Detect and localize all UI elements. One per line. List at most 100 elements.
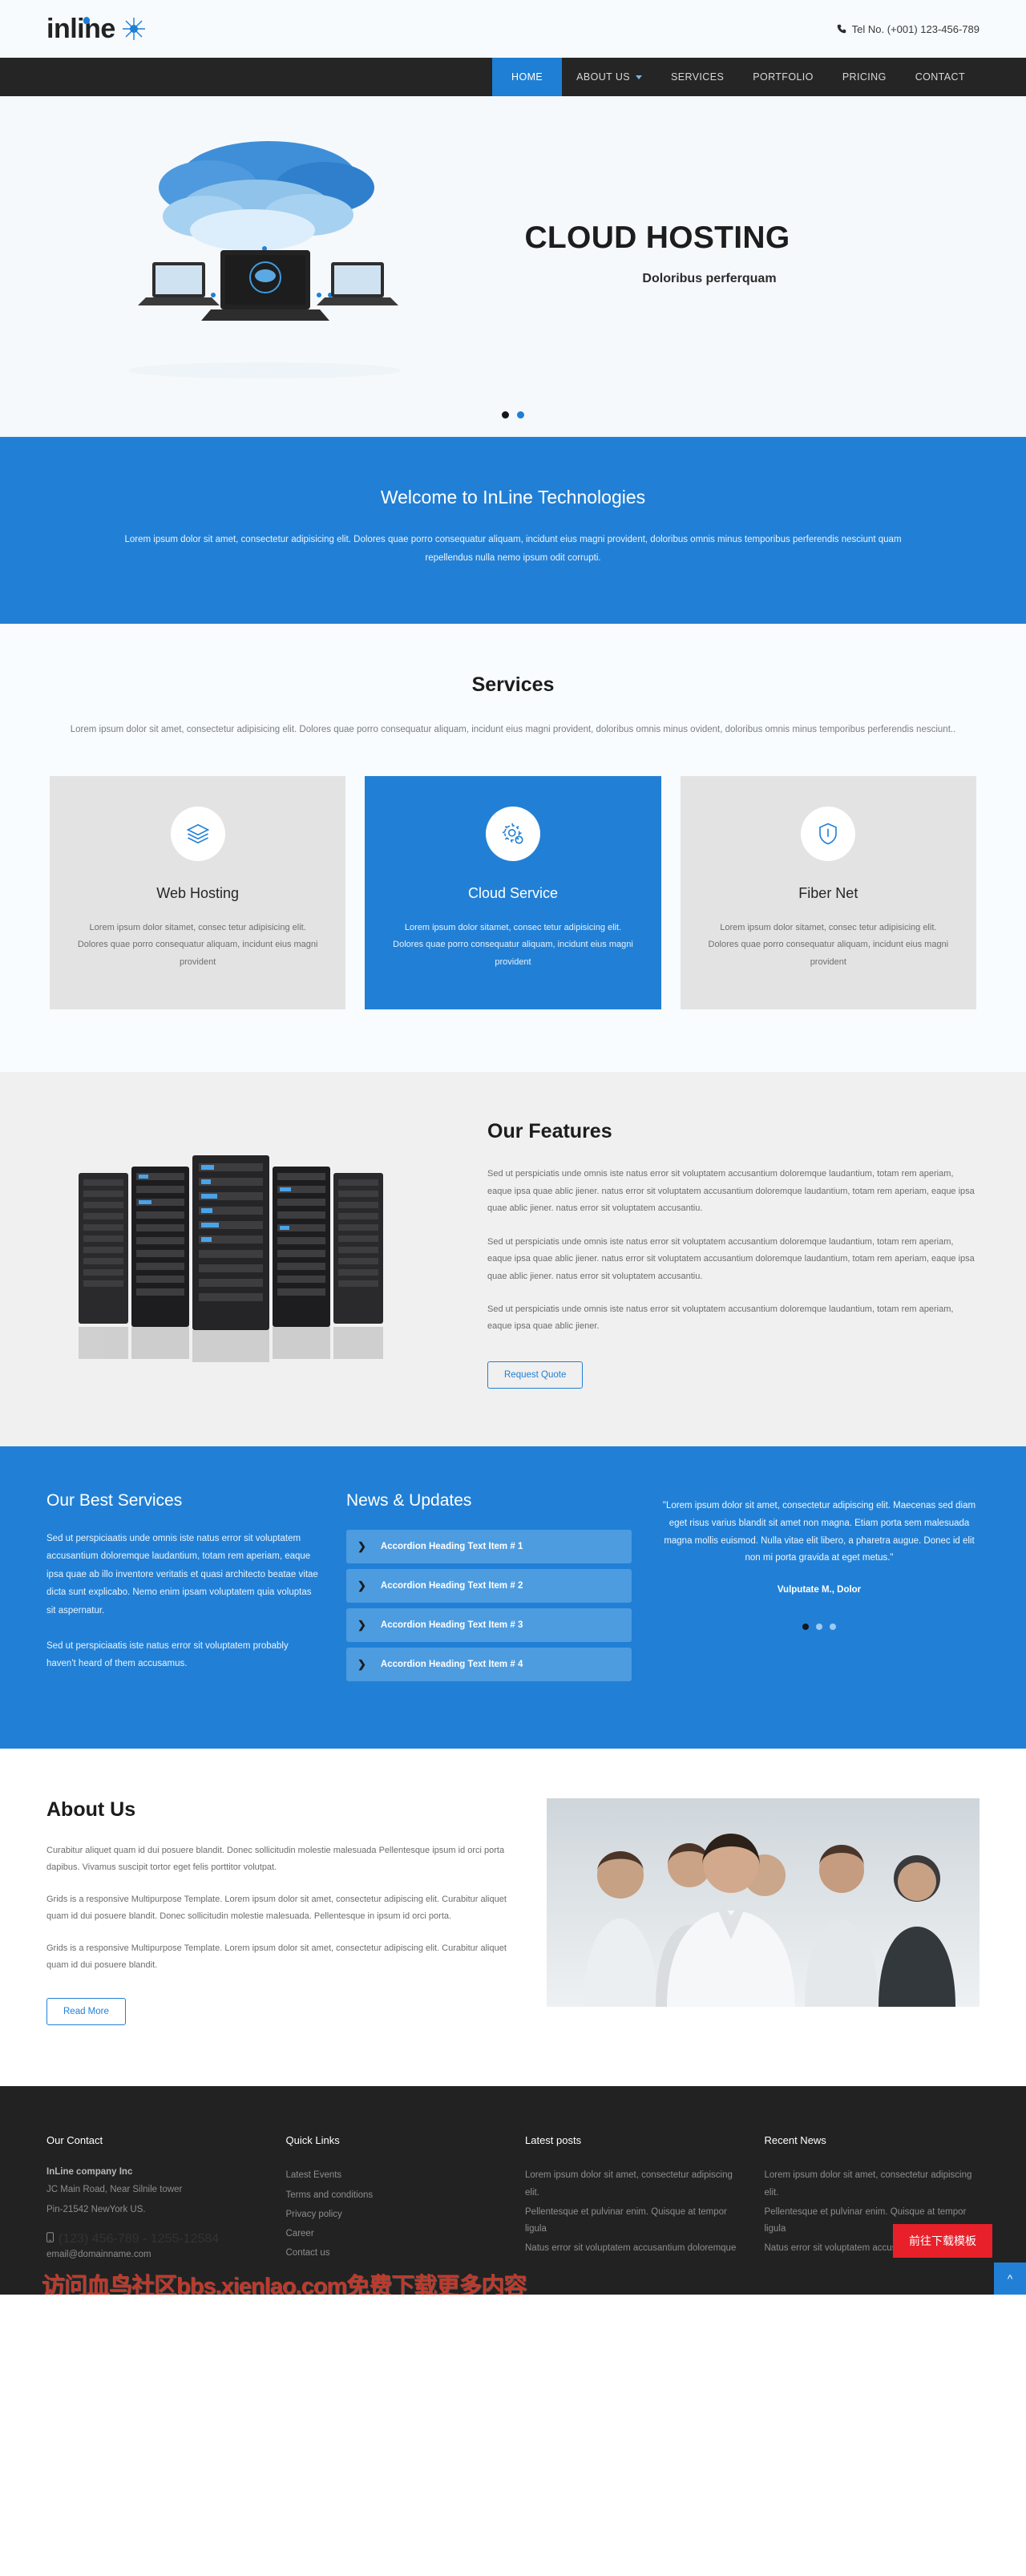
features-paragraph-3: Sed ut perspiciatis unde omnis iste natu… xyxy=(487,1304,954,1332)
nav-item-services[interactable]: SERVICES xyxy=(656,58,738,96)
site-footer: Our Contact InLine company Inc JC Main R… xyxy=(0,2086,1026,2295)
nav-item-home[interactable]: HOME xyxy=(492,58,563,96)
service-card-web-hosting[interactable]: Web Hosting Lorem ipsum dolor sitamet, c… xyxy=(50,776,346,1010)
best-services-paragraph-2: Sed ut perspiciaatis iste natus error si… xyxy=(46,1640,289,1669)
main-navigation: HOME ABOUT US SERVICES PORTFOLIO PRICING… xyxy=(0,58,1026,96)
features-body: Our Features Sed ut perspiciatis unde om… xyxy=(487,1117,980,1389)
service-card-title: Cloud Service xyxy=(467,885,559,901)
about-title: About Us xyxy=(46,1798,136,1821)
scroll-to-top-button[interactable]: ^ xyxy=(994,2263,1026,2295)
nav-label: SERVICES xyxy=(671,71,725,83)
download-template-button[interactable]: 前往下载模板 xyxy=(893,2224,992,2259)
chevron-up-icon: ^ xyxy=(1007,2272,1013,2286)
nav-item-portfolio[interactable]: PORTFOLIO xyxy=(738,58,828,96)
footer-link-contact-us[interactable]: Contact us xyxy=(286,2245,502,2262)
site-watermark: 访问血鸟社区bbs.xienlao.com免费下载更多内容 xyxy=(42,2274,527,2295)
welcome-heading: Welcome to InLine Technologies xyxy=(380,487,646,508)
accordion-item-2[interactable]: ❯ Accordion Heading Text Item # 2 xyxy=(346,1568,632,1603)
testimonial-dot-1[interactable] xyxy=(802,1624,809,1631)
nav-item-contact[interactable]: CONTACT xyxy=(901,58,980,96)
star-burst-icon xyxy=(122,17,146,41)
services-title: Services xyxy=(471,673,555,696)
testimonial-pagination xyxy=(659,1624,980,1631)
mobile-icon xyxy=(46,2232,54,2246)
logo-text: inline xyxy=(46,13,115,44)
about-paragraph-3: Grids is a responsive Multipurpose Templ… xyxy=(46,1943,507,1970)
services-lead: Lorem ipsum dolor sit amet, consectetur … xyxy=(70,725,956,734)
footer-spacer xyxy=(46,2221,262,2232)
footer-column-quick-links: Quick Links Latest Events Terms and cond… xyxy=(286,2134,502,2266)
accordion-item-label: Accordion Heading Text Item # 3 xyxy=(380,1620,523,1630)
service-card-title: Web Hosting xyxy=(156,885,240,901)
accordion-item-label: Accordion Heading Text Item # 4 xyxy=(380,1659,523,1669)
chevron-right-icon: ❯ xyxy=(357,1618,366,1631)
request-quote-button[interactable]: Request Quote xyxy=(487,1361,584,1389)
service-card-cloud-service[interactable]: Cloud Service Lorem ipsum dolor sitamet,… xyxy=(365,776,661,1010)
service-card-title: Fiber Net xyxy=(798,885,858,901)
service-card-fiber-net[interactable]: Fiber Net Lorem ipsum dolor sitamet, con… xyxy=(680,776,976,1010)
phone-number: Tel No. (+001) 123-456-789 xyxy=(851,22,980,35)
testimonial-author: Vulputate M., Dolor xyxy=(777,1585,862,1595)
nav-item-pricing[interactable]: PRICING xyxy=(828,58,901,96)
business-team-photo xyxy=(547,1798,980,2026)
footer-link-career[interactable]: Career xyxy=(286,2226,502,2242)
accordion-item-3[interactable]: ❯ Accordion Heading Text Item # 3 xyxy=(346,1607,632,1642)
footer-heading: Recent News xyxy=(764,2134,826,2147)
nav-item-about-us[interactable]: ABOUT US xyxy=(562,58,656,96)
read-more-button[interactable]: Read More xyxy=(46,1998,126,2026)
hero-slider: CLOUD HOSTING Doloribus perferquam xyxy=(0,96,1026,437)
site-logo[interactable]: inline xyxy=(46,14,146,45)
services-section: Services Lorem ipsum dolor sit amet, con… xyxy=(0,624,1026,1073)
features-paragraph-2: Sed ut perspiciatis unde omnis iste natu… xyxy=(487,1236,975,1281)
footer-link-privacy[interactable]: Privacy policy xyxy=(286,2206,502,2223)
news-updates-column: News & Updates ❯ Accordion Heading Text … xyxy=(346,1491,632,1691)
footer-heading: Quick Links xyxy=(285,2134,340,2147)
hero-title: CLOUD HOSTING xyxy=(524,220,790,255)
features-section: Our Features Sed ut perspiciatis unde om… xyxy=(0,1072,1026,1446)
testimonial-dot-2[interactable] xyxy=(816,1624,822,1631)
footer-address-line-1: JC Main Road, Near Silnile tower xyxy=(46,2185,183,2195)
hero-caption: CLOUD HOSTING Doloribus perferquam xyxy=(497,220,818,286)
best-services-paragraph-1: Sed ut perspiciaatis unde omnis iste nat… xyxy=(46,1533,318,1616)
footer-post-1: Lorem ipsum dolor sit amet, consectetur … xyxy=(525,2170,733,2198)
accordion-item-1[interactable]: ❯ Accordion Heading Text Item # 1 xyxy=(346,1529,632,1563)
footer-email-link[interactable]: email@domainname.com xyxy=(46,2246,262,2263)
best-services-column: Our Best Services Sed ut perspiciaatis u… xyxy=(46,1491,319,1691)
news-updates-title: News & Updates xyxy=(346,1490,472,1510)
footer-link-terms[interactable]: Terms and conditions xyxy=(286,2187,502,2204)
phone-info: Tel No. (+001) 123-456-789 xyxy=(837,23,980,35)
hero-dot-1[interactable] xyxy=(502,411,509,419)
service-card-list: Web Hosting Lorem ipsum dolor sitamet, c… xyxy=(0,776,1026,1010)
footer-heading: Latest posts xyxy=(525,2134,582,2147)
service-card-text: Lorem ipsum dolor sitamet, consec tetur … xyxy=(708,923,949,967)
best-services-title: Our Best Services xyxy=(46,1490,183,1510)
footer-news-1: Lorem ipsum dolor sit amet, consectetur … xyxy=(764,2170,972,2198)
chevron-right-icon: ❯ xyxy=(357,1539,366,1552)
footer-post-2: Pellentesque et pulvinar enim. Quisque a… xyxy=(525,2206,727,2234)
features-title: Our Features xyxy=(487,1120,612,1143)
about-body: About Us Curabitur aliquet quam id dui p… xyxy=(46,1798,510,2026)
phone-icon xyxy=(837,24,846,34)
welcome-body: Lorem ipsum dolor sit amet, consectetur … xyxy=(124,535,902,563)
features-paragraph-1: Sed ut perspiciatis unde omnis iste natu… xyxy=(487,1169,975,1214)
footer-post-3: Natus error sit voluptatem accusantium d… xyxy=(525,2243,737,2254)
accordion-item-4[interactable]: ❯ Accordion Heading Text Item # 4 xyxy=(346,1647,632,1681)
server-racks-photo xyxy=(46,1117,455,1389)
testimonial-dot-3[interactable] xyxy=(830,1624,836,1631)
welcome-banner: Welcome to InLine Technologies Lorem ips… xyxy=(0,437,1026,624)
footer-column-latest-posts: Latest posts Lorem ipsum dolor sit amet,… xyxy=(525,2134,741,2266)
footer-link-latest-events[interactable]: Latest Events xyxy=(286,2167,502,2184)
nav-label: ABOUT US xyxy=(576,71,630,83)
page-root: inline Tel No. (+001) 123-456-789 HOME A… xyxy=(0,0,1026,2295)
footer-phone-number: (123) 456-789 - 1255-12584 xyxy=(59,2231,220,2246)
hero-subtitle: Doloribus perferquam xyxy=(642,272,777,285)
hero-dot-2[interactable] xyxy=(517,411,524,419)
testimonial-quote: "Lorem ipsum dolor sit amet, consectetur… xyxy=(662,1500,976,1563)
nav-label: PRICING xyxy=(842,71,887,83)
best-services-section: Our Best Services Sed ut perspiciaatis u… xyxy=(0,1446,1026,1749)
nav-label: PORTFOLIO xyxy=(753,71,814,83)
service-card-text: Lorem ipsum dolor sitamet, consec tetur … xyxy=(393,923,633,967)
accordion-item-label: Accordion Heading Text Item # 2 xyxy=(380,1580,523,1591)
footer-company-name: InLine company Inc xyxy=(46,2167,133,2178)
accordion-item-label: Accordion Heading Text Item # 1 xyxy=(380,1541,523,1551)
